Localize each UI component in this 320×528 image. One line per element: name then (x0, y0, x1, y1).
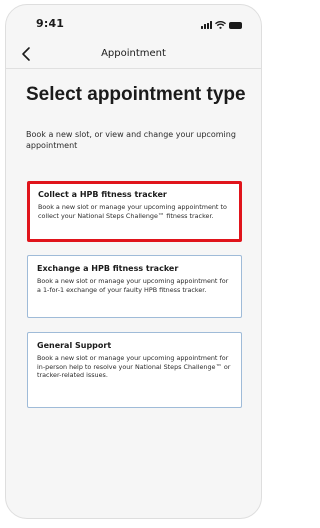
option-description: Book a new slot or manage your upcoming … (37, 354, 231, 379)
option-title: Collect a HPB fitness tracker (38, 190, 167, 199)
option-title: Exchange a HPB fitness tracker (37, 264, 179, 273)
page-subtitle: Book a new slot, or view and change your… (26, 130, 236, 150)
option-description: Book a new slot or manage your upcoming … (38, 203, 227, 220)
phone-frame: 9:41 Appointment Select appointment type… (5, 4, 262, 519)
status-bar: 9:41 (6, 5, 261, 33)
wifi-icon (215, 21, 226, 29)
option-card-exchange-tracker[interactable]: Exchange a HPB fitness tracker Book a ne… (27, 255, 242, 318)
option-card-general-support[interactable]: General Support Book a new slot or manag… (27, 332, 242, 408)
status-icons (201, 20, 242, 29)
status-time: 9:41 (36, 17, 65, 30)
option-description: Book a new slot or manage your upcoming … (37, 277, 229, 294)
option-title: General Support (37, 341, 112, 350)
page-title: Select appointment type (26, 84, 246, 105)
nav-bar: Appointment (6, 43, 261, 67)
option-card-collect-tracker[interactable]: Collect a HPB fitness tracker Book a new… (27, 181, 242, 242)
nav-title: Appointment (101, 48, 166, 59)
signal-icon (201, 21, 212, 29)
nav-divider (6, 68, 261, 69)
battery-icon (229, 22, 242, 29)
